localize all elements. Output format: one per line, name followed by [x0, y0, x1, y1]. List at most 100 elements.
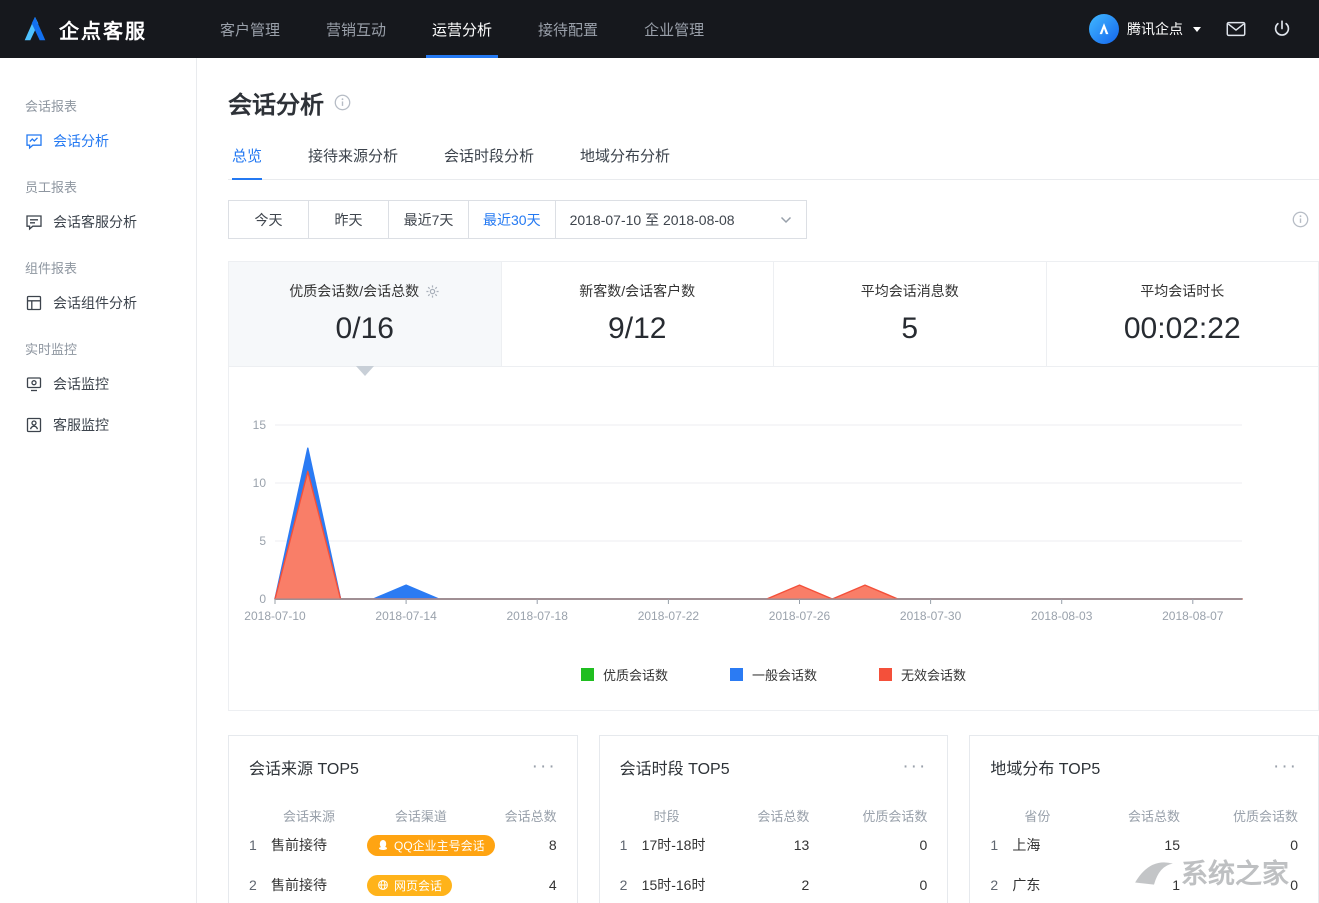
analysis-tabs: 总览 接待来源分析 会话时段分析 地域分布分析: [228, 145, 1319, 180]
chat-agent-icon: [25, 213, 43, 231]
svg-text:10: 10: [253, 476, 267, 490]
legend-label: 优质会话数: [603, 665, 668, 684]
tab-1[interactable]: 接待来源分析: [308, 145, 398, 179]
top5-card-1: 会话时段 TOP5 ··· 时段会话总数优质会话数117时-18时130215时-1…: [599, 735, 949, 903]
sidebar-item-label: 会话监控: [53, 374, 109, 394]
svg-text:2018-07-14: 2018-07-14: [375, 609, 437, 623]
date-filter-2[interactable]: 最近7天: [388, 200, 469, 239]
sidebar-section: 员工报表会话客服分析: [0, 177, 196, 242]
svg-text:2018-08-07: 2018-08-07: [1162, 609, 1224, 623]
channel-badge: 网页会话: [367, 875, 452, 896]
date-filter-1[interactable]: 昨天: [308, 200, 389, 239]
legend-swatch: [879, 668, 892, 681]
svg-text:15: 15: [253, 418, 267, 432]
brand[interactable]: 企点客服: [20, 0, 147, 58]
avatar: [1089, 14, 1119, 44]
legend-item[interactable]: 无效会话数: [879, 665, 966, 684]
legend-item[interactable]: 一般会话数: [730, 665, 817, 684]
svg-text:2018-08-03: 2018-08-03: [1031, 609, 1093, 623]
nav-item-2[interactable]: 运营分析: [409, 0, 515, 58]
date-filter-0[interactable]: 今天: [228, 200, 309, 239]
stat-value: 00:02:22: [1047, 312, 1319, 346]
stat-label: 优质会话数/会话总数: [229, 281, 501, 301]
sidebar: 会话报表会话分析员工报表会话客服分析组件报表会话组件分析实时监控会话监控客服监控: [0, 58, 197, 903]
stat-card-0[interactable]: 优质会话数/会话总数 0/16: [229, 262, 502, 366]
legend-item[interactable]: 优质会话数: [581, 665, 668, 684]
stat-card-3[interactable]: 平均会话时长00:02:22: [1047, 262, 1319, 366]
agent-monitor-icon: [25, 416, 43, 434]
chart-wrap: 0510152018-07-102018-07-142018-07-182018…: [229, 367, 1318, 710]
gear-icon[interactable]: [425, 284, 440, 299]
page-info-icon[interactable]: [334, 94, 351, 111]
card-title: 会话来源 TOP5: [249, 755, 359, 779]
card-title: 会话时段 TOP5: [620, 755, 730, 779]
chat-chart-icon: [25, 132, 43, 150]
more-menu-icon[interactable]: ···: [902, 763, 927, 771]
nav-item-0[interactable]: 客户管理: [197, 0, 303, 58]
sidebar-item-component[interactable]: 会话组件分析: [0, 282, 196, 323]
stat-card-1[interactable]: 新客数/会话客户数9/12: [502, 262, 775, 366]
sidebar-item-chat-chart[interactable]: 会话分析: [0, 120, 196, 161]
overview-panel: 优质会话数/会话总数 0/16新客数/会话客户数9/12平均会话消息数5平均会话时…: [228, 261, 1319, 711]
tab-0[interactable]: 总览: [232, 145, 262, 179]
stat-value: 5: [774, 312, 1046, 346]
top5-card-2: 地域分布 TOP5···省份会话总数优质会话数1上海1502广东10: [969, 735, 1319, 903]
sidebar-section: 组件报表会话组件分析: [0, 258, 196, 323]
stat-value: 9/12: [502, 312, 774, 346]
account-menu[interactable]: 腾讯企点: [1089, 14, 1201, 44]
account-name: 腾讯企点: [1127, 19, 1183, 39]
monitor-icon: [25, 375, 43, 393]
nav-item-3[interactable]: 接待配置: [515, 0, 621, 58]
chevron-down-icon: [780, 216, 792, 224]
logout-icon[interactable]: [1271, 18, 1293, 40]
nav-item-1[interactable]: 营销互动: [303, 0, 409, 58]
sidebar-item-label: 会话客服分析: [53, 212, 137, 232]
sidebar-item-agent-monitor[interactable]: 客服监控: [0, 404, 196, 445]
sidebar-section: 会话报表会话分析: [0, 96, 196, 161]
topnav-right: 腾讯企点: [1089, 0, 1293, 58]
sidebar-item-monitor[interactable]: 会话监控: [0, 363, 196, 404]
svg-text:5: 5: [259, 534, 266, 548]
stat-value: 0/16: [229, 312, 501, 346]
sidebar-section-title: 会话报表: [0, 96, 196, 115]
more-menu-icon[interactable]: ···: [532, 763, 557, 771]
sidebar-section-title: 员工报表: [0, 177, 196, 196]
date-filter-group: 今天昨天最近7天最近30天: [228, 200, 556, 239]
table-header: 时段会话总数优质会话数: [620, 806, 928, 825]
sidebar-item-label: 会话分析: [53, 131, 109, 151]
filter-row: 今天昨天最近7天最近30天 2018-07-10 至 2018-08-08: [228, 200, 1319, 239]
sidebar-section-title: 实时监控: [0, 339, 196, 358]
layout: 会话报表会话分析员工报表会话客服分析组件报表会话组件分析实时监控会话监控客服监控…: [0, 58, 1319, 903]
table-row: 117时-18时130: [620, 825, 928, 865]
legend-swatch: [581, 668, 594, 681]
nav-item-4[interactable]: 企业管理: [621, 0, 727, 58]
top5-cards: 会话来源 TOP5···会话来源会话渠道会话总数1售前接待QQ企业主号会话82售…: [228, 735, 1319, 903]
table-row: 215时-16时20: [620, 865, 928, 903]
stat-card-2[interactable]: 平均会话消息数5: [774, 262, 1047, 366]
chart-legend: 优质会话数 一般会话数 无效会话数: [229, 665, 1318, 684]
svg-text:0: 0: [259, 592, 266, 606]
tab-3[interactable]: 地域分布分析: [580, 145, 670, 179]
table-row: 1售前接待QQ企业主号会话8: [249, 825, 557, 865]
more-menu-icon[interactable]: ···: [1273, 763, 1298, 771]
page-head: 会话分析: [228, 85, 1319, 120]
date-range-picker[interactable]: 2018-07-10 至 2018-08-08: [555, 200, 807, 239]
legend-label: 一般会话数: [752, 665, 817, 684]
qq-icon: [377, 839, 389, 851]
table-row: 2售前接待网页会话4: [249, 865, 557, 903]
top-nav-menu: 客户管理营销互动运营分析接待配置企业管理: [197, 0, 727, 58]
tab-2[interactable]: 会话时段分析: [444, 145, 534, 179]
component-icon: [25, 294, 43, 312]
sidebar-item-label: 会话组件分析: [53, 293, 137, 313]
card-head: 地域分布 TOP5···: [990, 755, 1298, 779]
qidian-logo-icon: [20, 14, 50, 44]
channel-badge: QQ企业主号会话: [367, 835, 495, 856]
svg-text:2018-07-10: 2018-07-10: [244, 609, 306, 623]
top-navbar: 企点客服 客户管理营销互动运营分析接待配置企业管理 腾讯企点: [0, 0, 1319, 58]
sidebar-item-chat-agent[interactable]: 会话客服分析: [0, 201, 196, 242]
filter-info-icon[interactable]: [1292, 211, 1309, 228]
globe-icon: [377, 879, 389, 891]
mail-icon[interactable]: [1225, 18, 1247, 40]
date-filter-3[interactable]: 最近30天: [468, 200, 556, 239]
svg-text:2018-07-26: 2018-07-26: [769, 609, 831, 623]
